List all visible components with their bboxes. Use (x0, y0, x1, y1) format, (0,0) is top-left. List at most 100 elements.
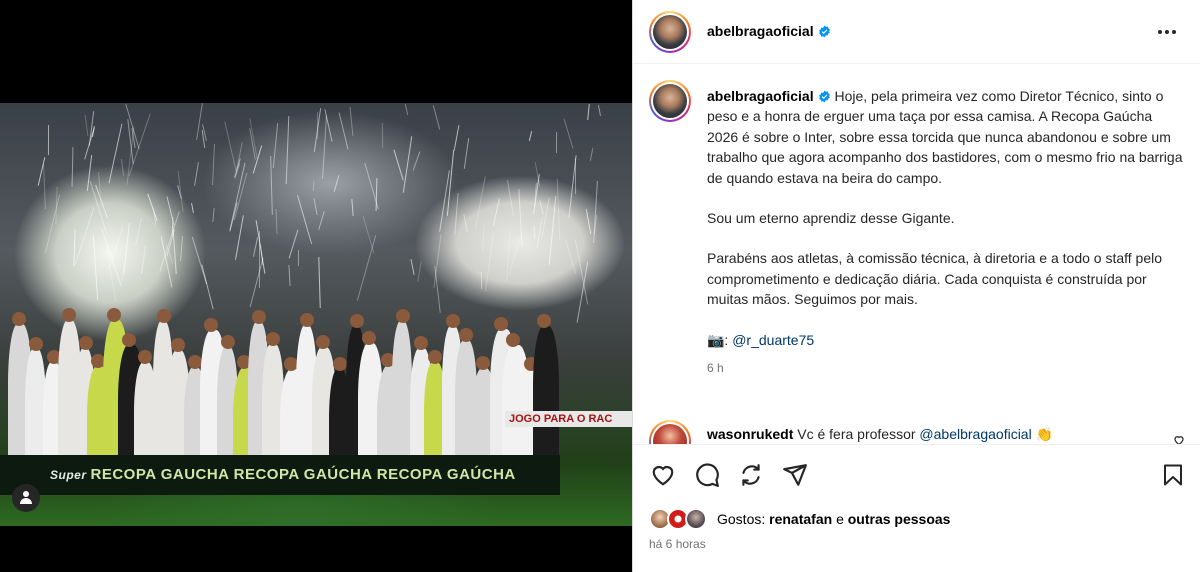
heart-icon[interactable] (649, 461, 677, 489)
liker-avatar (685, 508, 707, 530)
confetti-streamer (506, 179, 514, 216)
confetti-streamer (234, 215, 244, 260)
comment-mention-link[interactable]: @abelbragaoficial (919, 426, 1031, 442)
player-head (170, 337, 185, 352)
author-username[interactable]: abelbragaoficial (707, 23, 814, 39)
confetti-streamer (48, 125, 50, 155)
confetti-streamer (333, 174, 340, 192)
caption-paragraph-3: Parabéns aos atletas, à comissão técnica… (707, 250, 1163, 308)
confetti-streamer (589, 148, 594, 162)
caption-time[interactable]: 6 h (707, 358, 1187, 378)
confetti-streamer (556, 179, 561, 242)
confetti-streamer (432, 105, 441, 130)
player-head (203, 317, 218, 332)
confetti-streamer (71, 146, 74, 187)
confetti-streamer (272, 122, 278, 168)
more-options-icon[interactable] (1155, 24, 1179, 40)
share-icon[interactable] (781, 461, 809, 489)
liker-avatars[interactable] (649, 508, 711, 530)
player-head (315, 334, 330, 349)
comments-section: abelbragaoficial Hoje, pela primeira vez… (633, 64, 1200, 444)
confetti-streamer (381, 123, 384, 149)
confetti-streamer (533, 225, 536, 239)
likes-label: Gostos: (717, 511, 766, 527)
confetti-streamer (563, 118, 574, 149)
confetti-streamer (224, 121, 238, 172)
player-head (252, 310, 267, 325)
player-head (459, 328, 474, 343)
confetti-streamer (362, 215, 375, 255)
confetti-streamer (481, 223, 485, 250)
player-head (266, 331, 281, 346)
caption-paragraph-2: Sou um eterno aprendiz desse Gigante. (707, 210, 955, 227)
tag-user-icon[interactable] (12, 484, 40, 512)
post-timestamp[interactable]: há 6 horas (649, 537, 706, 551)
confetti-streamer (412, 151, 421, 171)
verified-icon (818, 25, 830, 38)
confetti-streamer (135, 217, 143, 246)
player-head (299, 313, 314, 328)
caption-body: abelbragaoficial Hoje, pela primeira vez… (707, 86, 1187, 378)
player-head (61, 308, 76, 323)
confetti-streamer (140, 245, 146, 274)
confetti-streamer (564, 240, 576, 274)
commenter-username[interactable]: wasonrukedt (707, 426, 793, 442)
stage-brand-text: RECOPA GAUCHA RECOPA GAÚCHA RECOPA GAÚCH… (90, 466, 516, 483)
action-icons-row (649, 461, 809, 489)
player-head (29, 337, 44, 352)
confetti-streamer (402, 136, 412, 194)
confetti-streamer (555, 131, 557, 153)
confetti-streamer (475, 176, 487, 228)
photo-credit: 📷: @r_duarte75 (707, 330, 1187, 350)
player-head (332, 357, 347, 372)
confetti-streamer (108, 123, 123, 184)
confetti-streamer (44, 195, 60, 254)
commenter-avatar[interactable] (649, 420, 691, 444)
caption-avatar[interactable] (649, 80, 691, 122)
confetti-streamer (493, 198, 501, 226)
clap-emoji: 👏 (1035, 426, 1054, 442)
comment-icon[interactable] (693, 461, 721, 489)
liker-username[interactable]: renatafan (769, 511, 832, 527)
author-avatar[interactable] (649, 11, 691, 53)
credit-mention-link[interactable]: @r_duarte75 (732, 332, 814, 348)
post-header: abelbragaoficial (633, 0, 1200, 64)
post-actions: Gostos: renatafan e outras pessoas há 6 … (633, 444, 1200, 572)
player-head (494, 316, 509, 331)
author-username-block: abelbragaoficial (707, 23, 831, 39)
confetti-streamer (587, 103, 590, 120)
confetti-streamer (393, 149, 404, 180)
confetti-streamer (275, 208, 278, 235)
confetti-streamer (576, 260, 589, 322)
comment-like-heart-icon[interactable] (1173, 434, 1185, 444)
player-head (475, 356, 490, 371)
confetti-streamer (538, 199, 544, 215)
player-head (361, 330, 376, 345)
confetti-streamer (211, 144, 215, 186)
confetti-streamer (107, 227, 124, 271)
repost-icon[interactable] (737, 461, 765, 489)
likes-summary: Gostos: renatafan e outras pessoas (649, 507, 950, 531)
stage-brand-prefix: Super (50, 468, 87, 482)
confetti-streamer (318, 210, 325, 230)
confetti-streamer (321, 116, 327, 180)
other-likers-link[interactable]: outras pessoas (848, 511, 951, 527)
confetti-streamer (313, 198, 318, 216)
post-photo[interactable]: JOGO PARA O RAC Super RECOPA GAUCHA RECOP… (0, 103, 632, 526)
confetti-streamer (55, 187, 58, 225)
player-head (11, 312, 26, 327)
confetti-streamer (172, 225, 178, 274)
confetti-streamer (297, 250, 299, 267)
confetti-streamer (405, 104, 409, 116)
confetti-streamer (285, 115, 289, 185)
bookmark-icon[interactable] (1159, 461, 1187, 489)
confetti-streamer (42, 164, 46, 210)
trophy-stage: Super RECOPA GAUCHA RECOPA GAÚCHA RECOPA … (0, 455, 560, 495)
player-head (221, 334, 236, 349)
player-head (349, 314, 364, 328)
confetti-streamer (74, 206, 95, 265)
confetti-streamer (166, 196, 175, 226)
player-head (427, 350, 442, 365)
caption-username[interactable]: abelbragaoficial (707, 88, 814, 104)
confetti-streamer (350, 199, 354, 217)
